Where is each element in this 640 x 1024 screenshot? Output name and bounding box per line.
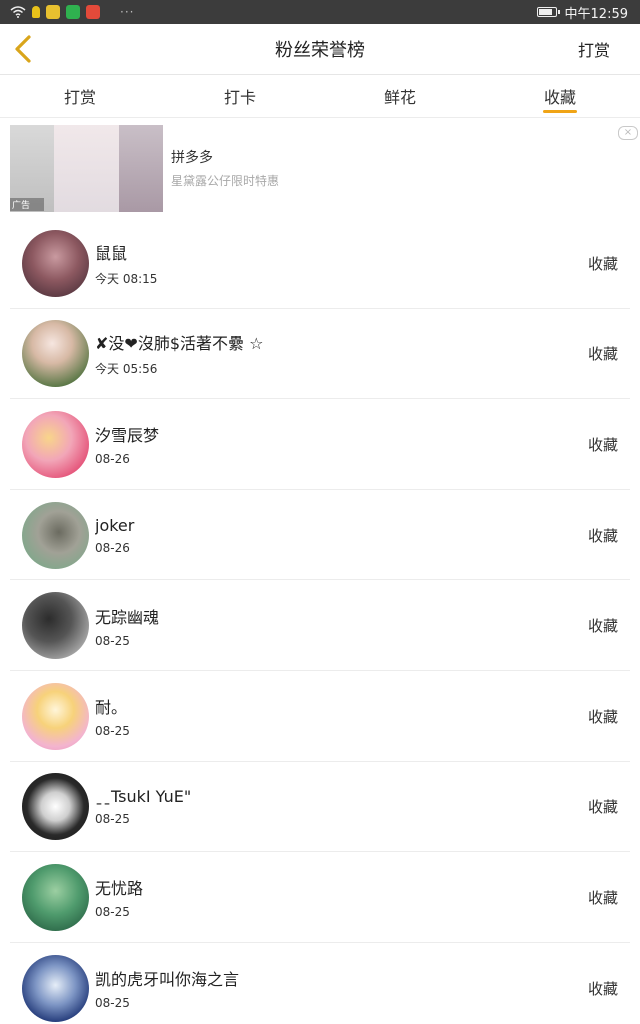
tab-label: 打赏: [63, 88, 96, 107]
status-time: 中午12:59: [564, 6, 628, 22]
more-notifications-icon: ···: [120, 5, 135, 19]
reward-button[interactable]: 打赏: [578, 37, 610, 61]
list-item[interactable]: joker 08-26 收藏: [0, 490, 640, 581]
user-name: 无踪幽魂: [95, 607, 160, 627]
status-bar: ··· 中午12:59: [0, 0, 640, 24]
favorite-label: 收藏: [587, 979, 618, 998]
favorite-label: 收藏: [587, 707, 618, 726]
list-item[interactable]: ✘没❤沒肺$活著不纍 ☆ 今天 05:56 收藏: [0, 309, 640, 400]
timestamp: 08-25: [95, 633, 130, 648]
list-item[interactable]: 汐雪辰梦 08-26 收藏: [0, 399, 640, 490]
tab-reward[interactable]: 打赏: [0, 75, 160, 117]
ad-subtitle: 星黛露公仔限时特惠: [171, 174, 280, 188]
wechat-notification-icon: [66, 5, 80, 19]
ad-badge: 广告: [10, 198, 44, 211]
avatar[interactable]: [22, 501, 89, 569]
user-name: 耐。: [95, 698, 128, 718]
user-name: joker: [95, 515, 135, 535]
list-item[interactable]: ˍˍTsukI YuE" 08-25 收藏: [0, 762, 640, 853]
row-text: joker 08-26: [95, 516, 640, 555]
user-name: 汐雪辰梦: [95, 426, 160, 446]
user-name: ✘没❤沒肺$活著不纍 ☆: [95, 334, 264, 354]
avatar[interactable]: [22, 863, 89, 931]
timestamp: 08-25: [95, 905, 130, 920]
avatar[interactable]: [22, 410, 89, 478]
wifi-icon: [10, 6, 26, 18]
battery-icon: [536, 7, 560, 17]
header: 粉丝荣誉榜 打赏: [0, 24, 640, 75]
timestamp: 今天 05:56: [95, 362, 158, 377]
app-notification-icon: [46, 5, 60, 19]
user-name: 无忧路: [95, 879, 144, 899]
status-icons: ···: [10, 5, 134, 19]
active-tab-indicator: [543, 110, 577, 113]
list-item[interactable]: 鼠鼠 今天 08:15 收藏: [0, 218, 640, 309]
avatar[interactable]: [22, 229, 89, 297]
favorite-label: 收藏: [587, 617, 618, 636]
timestamp: 08-25: [95, 812, 130, 827]
ad-title: 拼多多: [171, 150, 213, 166]
timestamp: 今天 08:15: [95, 271, 158, 286]
app-notification-icon: [86, 5, 100, 19]
tab-checkin[interactable]: 打卡: [160, 75, 320, 117]
ad-image-right: [119, 124, 163, 212]
list-item[interactable]: 无忧路 08-25 收藏: [0, 852, 640, 943]
timestamp: 08-25: [95, 724, 130, 739]
tab-label: 鲜花: [383, 88, 416, 107]
row-text: 凯的虎牙叫你海之言 08-25: [95, 966, 640, 1010]
favorite-label: 收藏: [587, 888, 618, 907]
tab-favorites[interactable]: 收藏: [480, 75, 640, 117]
ad-image-center: [54, 124, 119, 212]
row-text: 鼠鼠 今天 08:15: [95, 240, 640, 287]
favorite-label: 收藏: [587, 254, 618, 273]
user-name: 凯的虎牙叫你海之言: [95, 970, 240, 990]
page-title: 粉丝荣誉榜: [275, 40, 365, 61]
favorite-label: 收藏: [587, 798, 618, 817]
favorite-label: 收藏: [587, 435, 618, 454]
user-name: ˍˍTsukI YuE": [95, 787, 192, 807]
list-item[interactable]: 无踪幽魂 08-25 收藏: [0, 580, 640, 671]
row-text: ✘没❤沒肺$活著不纍 ☆ 今天 05:56: [95, 330, 640, 377]
avatar[interactable]: [22, 320, 89, 388]
favorite-label: 收藏: [587, 526, 618, 545]
fan-list: 鼠鼠 今天 08:15 收藏 ✘没❤沒肺$活著不纍 ☆ 今天 05:56 收藏 …: [0, 218, 640, 1024]
timestamp: 08-25: [95, 996, 130, 1011]
list-item[interactable]: 凯的虎牙叫你海之言 08-25 收藏: [0, 943, 640, 1024]
avatar[interactable]: [22, 682, 89, 750]
ad-text: 拼多多 星黛露公仔限时特惠: [171, 147, 279, 189]
tab-bar: 打赏 打卡 鲜花 收藏: [0, 75, 640, 118]
ad-close-button[interactable]: ×: [618, 126, 638, 140]
tab-flowers[interactable]: 鲜花: [320, 75, 480, 117]
chevron-left-icon: [15, 35, 31, 63]
back-button[interactable]: [6, 32, 40, 66]
bulb-icon: [32, 6, 40, 18]
tab-label: 收藏: [543, 88, 576, 107]
avatar[interactable]: [22, 954, 89, 1022]
list-item[interactable]: 耐。 08-25 收藏: [0, 671, 640, 762]
avatar[interactable]: [22, 773, 89, 841]
avatar[interactable]: [22, 592, 89, 660]
row-text: 无忧路 08-25: [95, 875, 640, 919]
row-text: 耐。 08-25: [95, 694, 640, 738]
ad-banner[interactable]: 广告 拼多多 星黛露公仔限时特惠 ×: [0, 118, 640, 218]
row-text: 无踪幽魂 08-25: [95, 604, 640, 648]
row-text: ˍˍTsukI YuE" 08-25: [95, 787, 640, 826]
favorite-label: 收藏: [587, 345, 618, 364]
timestamp: 08-26: [95, 540, 130, 555]
timestamp: 08-26: [95, 452, 130, 467]
user-name: 鼠鼠: [95, 243, 128, 263]
tab-label: 打卡: [223, 88, 256, 107]
row-text: 汐雪辰梦 08-26: [95, 422, 640, 466]
